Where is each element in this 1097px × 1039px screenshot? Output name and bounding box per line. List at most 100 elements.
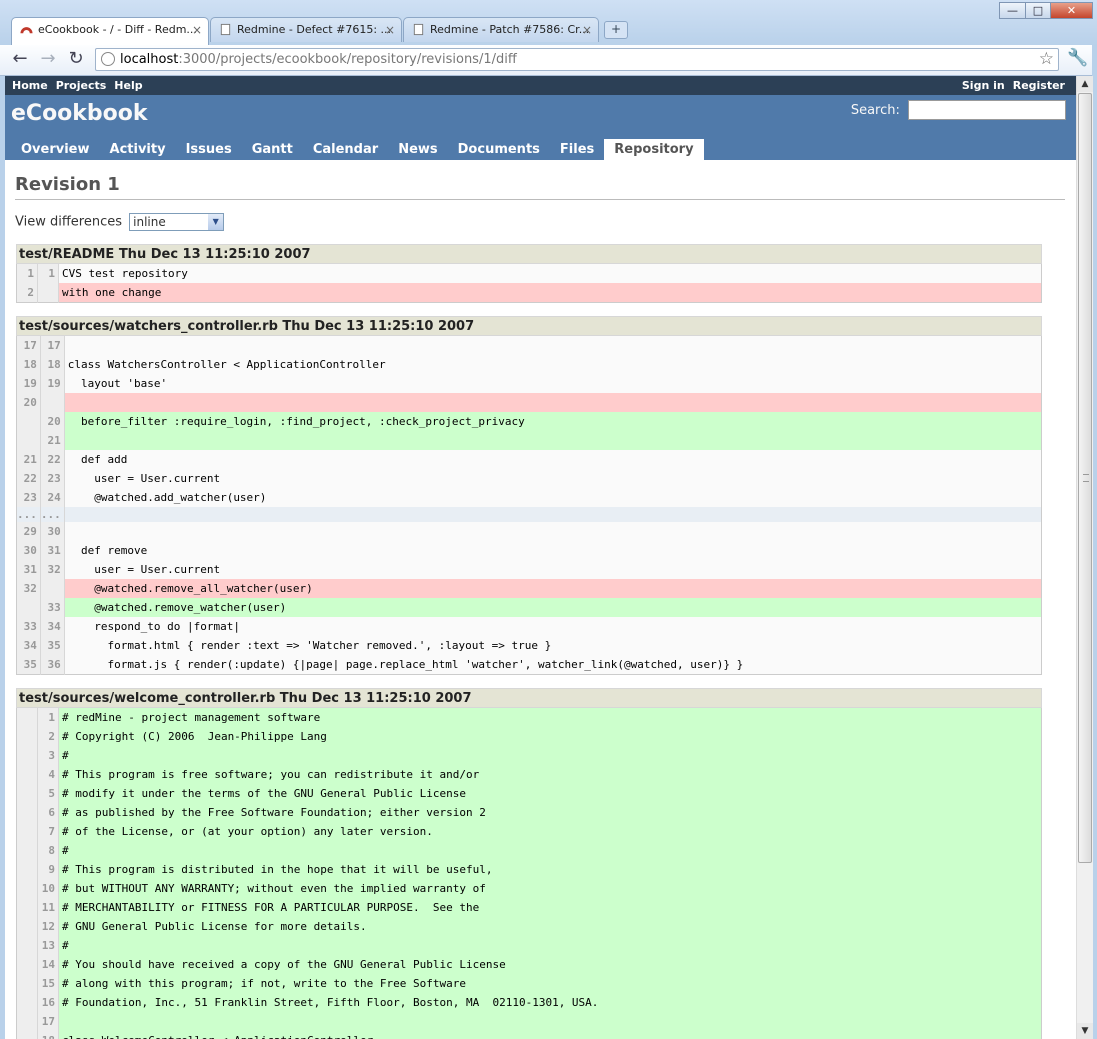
code-line: def remove [64, 541, 1042, 560]
reload-icon[interactable]: ↻ [65, 48, 87, 70]
top-menu-projects[interactable]: Projects [56, 79, 107, 92]
scroll-up-icon[interactable]: ▲ [1077, 76, 1093, 92]
diff-row: 20 before_filter :require_login, :find_p… [16, 412, 1042, 431]
diff-row: 32 @watched.remove_all_watcher(user) [16, 579, 1042, 598]
old-line-number: ... [16, 507, 41, 522]
old-line-number [16, 841, 38, 860]
old-line-number [16, 936, 38, 955]
code-line: # You should have received a copy of the… [58, 955, 1042, 974]
page-viewport: Home Projects Help Sign in Register eCookbo… [5, 76, 1076, 1039]
tab-title: Redmine - Patch #7586: Cr... [430, 23, 590, 36]
old-line-number: 19 [16, 374, 41, 393]
view-differences-row: View differences inline ▼ [15, 213, 1065, 231]
code-line: class WelcomeController < ApplicationCon… [58, 1031, 1042, 1039]
diff-row: 6 # as published by the Free Software Fou… [16, 803, 1042, 822]
page-title: Revision 1 [15, 174, 1065, 200]
address-bar[interactable]: localhost:3000/projects/ecookbook/reposi… [95, 48, 1059, 71]
old-line-number: 35 [16, 655, 41, 675]
sign-in-link[interactable]: Sign in [962, 79, 1005, 92]
new-line-number: 24 [40, 488, 65, 507]
scroll-down-icon[interactable]: ▼ [1077, 1023, 1093, 1039]
browser-tab-active[interactable]: eCookbook - / - Diff - Redm... × [11, 17, 209, 45]
chevron-down-icon[interactable]: ▼ [208, 214, 224, 230]
old-line-number [16, 598, 41, 617]
new-line-number: 20 [40, 412, 65, 431]
diff-row: 13 # [16, 936, 1042, 955]
code-line [64, 393, 1042, 412]
close-window-button[interactable]: ✕ [1050, 2, 1093, 19]
code-line: layout 'base' [64, 374, 1042, 393]
new-line-number: 2 [37, 727, 59, 746]
diff-row: 33 @watched.remove_watcher(user) [16, 598, 1042, 617]
search-label: Search: [850, 102, 900, 118]
diff-row: 7 # of the License, or (at your option) a… [16, 822, 1042, 841]
browser-tab[interactable]: Redmine - Defect #7615: ... × [210, 17, 402, 42]
diff-table: test/sources/watchers_controller.rb Thu … [16, 316, 1042, 675]
old-line-number: 1 [16, 263, 38, 283]
diff-row: 4 # This program is free software; you ca… [16, 765, 1042, 784]
diff-table: test/README Thu Dec 13 11:25:10 2007 1 1 CV… [16, 244, 1042, 303]
diff-row: 35 36 format.js { render(:update) {|page|… [16, 655, 1042, 675]
diff-row: 20 [16, 393, 1042, 412]
diff-row: 19 19 layout 'base' [16, 374, 1042, 393]
forward-arrow-icon[interactable]: → [37, 48, 59, 70]
old-line-number: 29 [16, 522, 41, 541]
old-line-number: 17 [16, 335, 41, 355]
code-line: class WatchersController < ApplicationCo… [64, 355, 1042, 374]
old-line-number: 32 [16, 579, 41, 598]
scrollbar-thumb[interactable] [1078, 93, 1092, 863]
tab-overview[interactable]: Overview [11, 139, 100, 160]
old-line-number: 22 [16, 469, 41, 488]
maximize-button[interactable]: □ [1025, 2, 1051, 19]
tab-close-icon[interactable]: × [192, 18, 202, 42]
tab-documents[interactable]: Documents [448, 139, 550, 160]
vertical-scrollbar[interactable]: ▲ ▼ [1076, 76, 1093, 1039]
new-tab-button[interactable]: + [604, 21, 628, 39]
tab-files[interactable]: Files [550, 139, 604, 160]
minimize-button[interactable]: — [999, 2, 1026, 19]
code-line: # of the License, or (at your option) an… [58, 822, 1042, 841]
search-input[interactable] [908, 100, 1066, 120]
new-line-number: 6 [37, 803, 59, 822]
old-line-number [16, 431, 41, 450]
code-line: user = User.current [64, 469, 1042, 488]
new-line-number: 23 [40, 469, 65, 488]
old-line-number [16, 822, 38, 841]
diff-filename: test/sources/watchers_controller.rb Thu … [16, 316, 1042, 336]
view-differences-select[interactable]: inline ▼ [129, 213, 225, 231]
code-line: user = User.current [64, 560, 1042, 579]
tab-gantt[interactable]: Gantt [242, 139, 303, 160]
tab-repository[interactable]: Repository [604, 139, 704, 160]
new-line-number: 18 [40, 355, 65, 374]
tab-title: Redmine - Defect #7615: ... [237, 23, 392, 36]
project-title[interactable]: eCookbook [11, 101, 148, 126]
code-line: # Foundation, Inc., 51 Franklin Street, … [58, 993, 1042, 1012]
tab-close-icon[interactable]: × [385, 18, 395, 42]
new-line-number: 1 [37, 707, 59, 727]
diff-row: 18class WelcomeController < ApplicationC… [16, 1031, 1042, 1039]
header: eCookbook Search: Overview Activity Issu… [5, 95, 1076, 160]
new-line-number: 32 [40, 560, 65, 579]
top-menu-help[interactable]: Help [114, 79, 142, 92]
diff-row: 1 1 CVS test repository [16, 263, 1042, 283]
wrench-icon[interactable]: 🔧 [1067, 48, 1088, 68]
diff-filename: test/sources/welcome_controller.rb Thu D… [16, 688, 1042, 708]
tab-close-icon[interactable]: × [582, 18, 592, 42]
bookmark-star-icon[interactable]: ☆ [1039, 49, 1054, 69]
top-menu-home[interactable]: Home [12, 79, 48, 92]
grip-icon [1083, 474, 1089, 482]
diff-table: test/sources/welcome_controller.rb Thu D… [16, 688, 1042, 1039]
new-line-number: 13 [37, 936, 59, 955]
diff-row: 11 # MERCHANTABILITY or FITNESS FOR A PAR… [16, 898, 1042, 917]
register-link[interactable]: Register [1013, 79, 1065, 92]
browser-tab[interactable]: Redmine - Patch #7586: Cr... × [403, 17, 599, 42]
code-line [58, 1012, 1042, 1031]
tab-activity[interactable]: Activity [100, 139, 176, 160]
back-arrow-icon[interactable]: ← [9, 48, 31, 70]
tab-calendar[interactable]: Calendar [303, 139, 388, 160]
diff-list: test/README Thu Dec 13 11:25:10 2007 1 1 CV… [15, 244, 1065, 1039]
new-line-number: 31 [40, 541, 65, 560]
tab-news[interactable]: News [388, 139, 447, 160]
page-favicon-icon [413, 23, 424, 36]
tab-issues[interactable]: Issues [176, 139, 242, 160]
